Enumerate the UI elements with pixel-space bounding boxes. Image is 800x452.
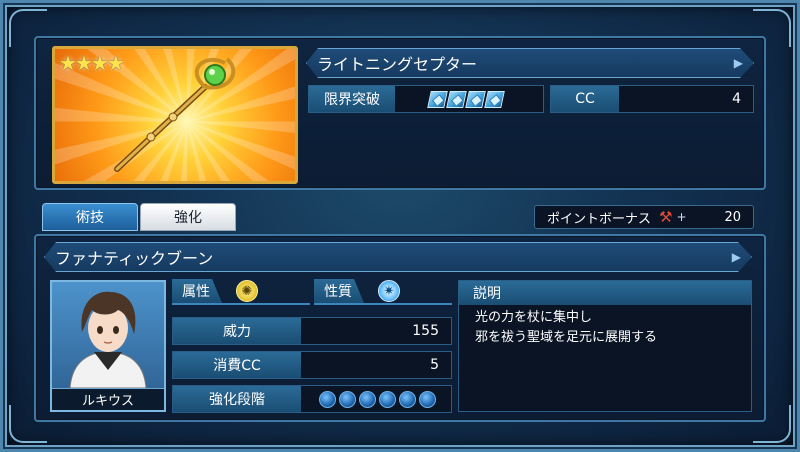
nature-attribute: 性質 ✷ — [314, 279, 452, 305]
cost-value: 5 — [430, 357, 439, 373]
point-bonus-label: ポイントボーナス — [547, 211, 652, 227]
enhance-slot-icon — [359, 390, 376, 408]
light-element-icon: ✺ — [236, 280, 258, 302]
item-name: ライトニングセプター — [317, 55, 478, 74]
item-name-banner: ライトニングセプター ▶ — [306, 48, 754, 78]
enhance-level-label: 強化段階 — [173, 386, 301, 412]
cost-label: 消費CC — [173, 352, 301, 378]
cc-value: 4 — [732, 91, 741, 107]
description-line: 光の力を杖に集中し — [475, 310, 593, 325]
banner-chevron-icon: ▶ — [733, 56, 743, 70]
point-bonus-plus: + — [676, 210, 687, 224]
enhance-slot-icon — [399, 390, 416, 408]
nature-label: 性質 — [314, 279, 364, 303]
enhance-level-gauge — [301, 386, 451, 412]
point-bonus-display: ポイントボーナス ⚒ + 20 — [534, 205, 754, 229]
enhance-level-row: 強化段階 — [172, 385, 452, 413]
cc-row: CC 4 — [550, 85, 754, 113]
enhance-slot-icon — [319, 390, 336, 408]
nature-icon: ✷ — [378, 280, 400, 302]
power-label: 威力 — [173, 318, 301, 344]
element-label: 属性 — [172, 279, 222, 303]
enhance-slot-icon — [419, 390, 436, 408]
limit-break-diamond-icon — [484, 90, 505, 108]
character-portrait[interactable]: ルキウス — [50, 280, 166, 412]
description-line: 邪を祓う聖域を足元に展開する — [475, 330, 658, 345]
tab-enhance[interactable]: 強化 — [140, 203, 236, 231]
tab-skill[interactable]: 術技 — [42, 203, 138, 231]
enhance-slot-icon — [379, 390, 396, 408]
limit-break-gauge — [395, 86, 543, 112]
limit-break-row: 限界突破 — [308, 85, 544, 113]
banner-chevron-icon: ▶ — [731, 250, 741, 264]
skill-name: ファナティックブーン — [55, 249, 214, 268]
description-body: 光の力を杖に集中し 邪を祓う聖域を足元に展開する — [459, 305, 751, 348]
limit-break-label: 限界突破 — [309, 86, 395, 112]
power-value: 155 — [412, 323, 439, 339]
limit-break-diamond-icon — [427, 90, 448, 108]
description-label: 説明 — [459, 281, 751, 305]
limit-break-diamond-icon — [446, 90, 467, 108]
element-attribute: 属性 ✺ — [172, 279, 310, 305]
power-row: 威力 155 — [172, 317, 452, 345]
character-name: ルキウス — [52, 388, 164, 410]
scepter-icon — [114, 57, 236, 172]
enhance-slot-icon — [339, 390, 356, 408]
limit-break-diamond-icon — [465, 90, 486, 108]
character-avatar — [69, 291, 147, 388]
skill-name-banner: ファナティックブーン ▶ — [44, 242, 752, 272]
point-bonus-value: 20 — [724, 209, 741, 225]
cost-row: 消費CC 5 — [172, 351, 452, 379]
cc-label: CC — [551, 86, 619, 112]
item-card[interactable]: ★★★★ — [52, 46, 298, 184]
description-box: 説明 光の力を杖に集中し 邪を祓う聖域を足元に展開する — [458, 280, 752, 412]
hammer-icon: ⚒ — [659, 208, 673, 226]
